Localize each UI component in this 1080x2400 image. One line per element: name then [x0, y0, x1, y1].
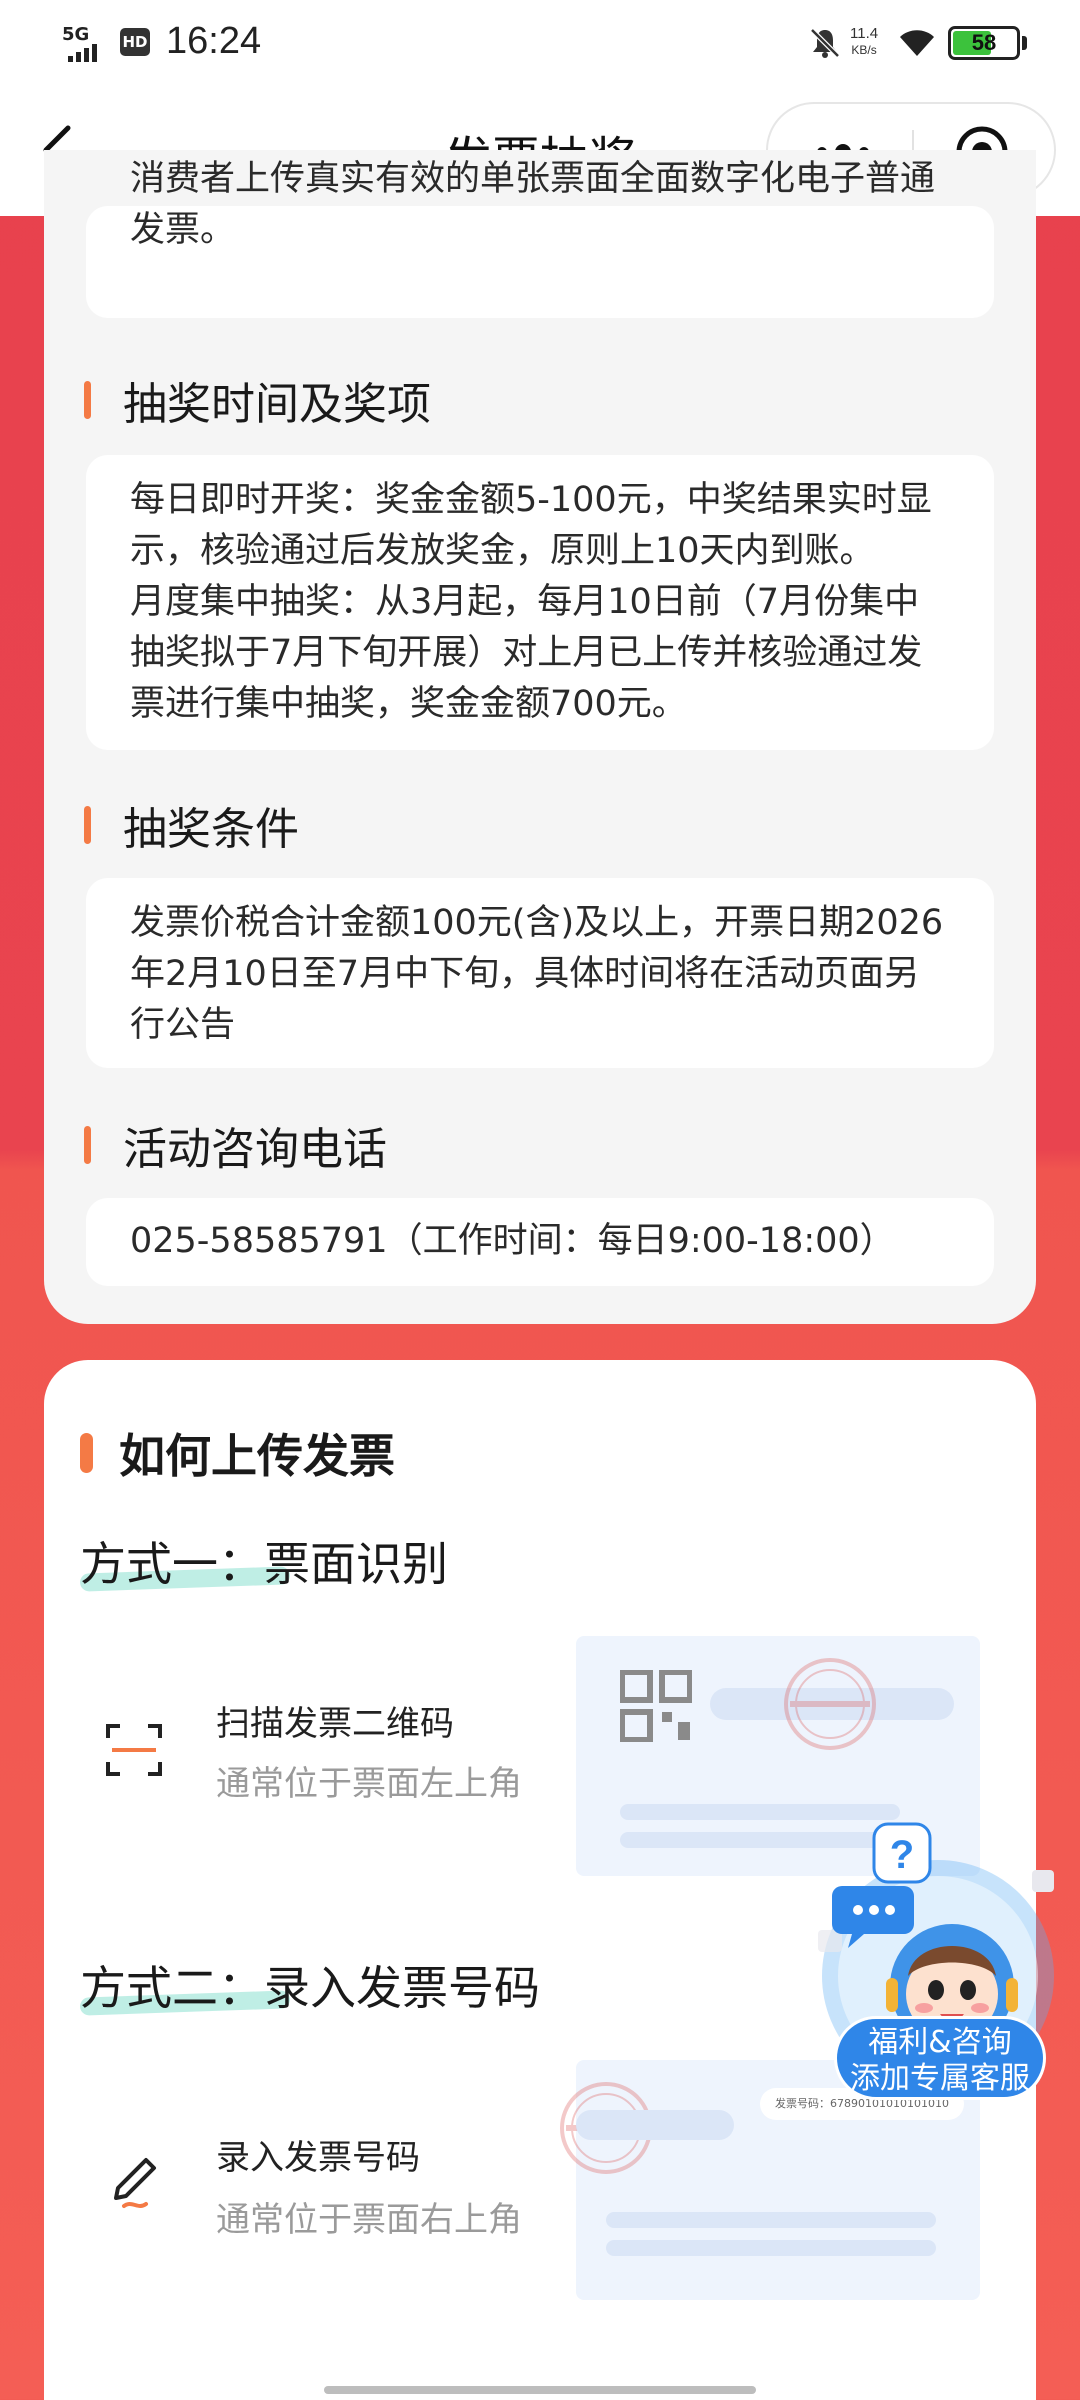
net-speed-unit: KB/s: [851, 43, 877, 57]
section-title: 抽奖条件: [123, 804, 299, 855]
method1-title: 方式一：票面识别: [79, 1528, 448, 1594]
section-title: 抽奖时间及奖项: [123, 379, 431, 430]
battery-icon: 58: [948, 26, 1020, 60]
placeholder-line: [576, 2110, 734, 2140]
battery-level: 58: [971, 30, 997, 55]
net-speed-value: 11.4: [850, 25, 879, 42]
rules-panel: 消费者上传真实有效的单张票面全面数字化电子普通发票。 抽奖时间及奖项 每日即时开…: [44, 150, 1036, 1324]
pen-icon[interactable]: [104, 2152, 164, 2212]
battery-tip: [1022, 36, 1027, 50]
network-type: 5G: [62, 24, 90, 45]
placeholder-line: [606, 2240, 936, 2256]
prize-monthly: 月度集中抽奖：从3月起，每月10日前（7月份集中抽奖拟于7月下旬开展）对上月已上…: [130, 582, 923, 724]
section-bar: [84, 1126, 91, 1164]
section-head-phone: 活动咨询电话: [84, 1120, 387, 1175]
status-bar: 5G HD 16:24 11.4 KB/s 58: [0, 0, 1080, 90]
section-title: 活动咨询电话: [123, 1124, 387, 1175]
upload-title: 如何上传发票: [119, 1429, 395, 1483]
method2-title: 方式二：录入发票号码: [79, 1952, 540, 2018]
phone-text[interactable]: 025-58585791（工作时间：每日9:00-18:00）: [130, 1216, 950, 1267]
prize-card: 每日即时开奖：奖金金额5-100元，中奖结果实时显示，核验通过后发放奖金，原则上…: [86, 455, 994, 750]
condition-text: 发票价税合计金额100元(含)及以上，开票日期2026年2月10日至7月中下旬，…: [130, 903, 944, 1045]
section-bar: [80, 1433, 93, 1473]
signal-icon: [68, 44, 97, 62]
method1-title-text: 方式一：票面识别: [80, 1537, 448, 1591]
svg-text:?: ?: [890, 1833, 914, 1877]
scan-icon[interactable]: [104, 1720, 164, 1780]
section-bar: [84, 381, 91, 419]
net-speed: 11.4 KB/s: [850, 26, 878, 58]
wifi-icon: [900, 30, 934, 56]
service-line2[interactable]: 添加专属客服: [837, 2061, 1043, 2097]
method1-label[interactable]: 扫描发票二维码: [216, 1696, 454, 1745]
placeholder-line: [606, 2212, 936, 2228]
method1-sub: 通常位于票面左上角: [216, 1764, 522, 1804]
intro-text: 消费者上传真实有效的单张票面全面数字化电子普通发票。: [130, 159, 936, 250]
method2-title-text: 方式二：录入发票号码: [80, 1961, 540, 2015]
seal-icon: [784, 1658, 876, 1750]
mute-icon: [810, 28, 840, 58]
clock: 16:24: [166, 20, 262, 62]
method2-sub: 通常位于票面右上角: [216, 2200, 522, 2240]
home-indicator[interactable]: [324, 2386, 756, 2394]
service-line1[interactable]: 福利&咨询: [837, 2025, 1043, 2061]
condition-card: 发票价税合计金额100元(含)及以上，开票日期2026年2月10日至7月中下旬，…: [86, 878, 994, 1068]
phone-card[interactable]: 025-58585791（工作时间：每日9:00-18:00）: [86, 1198, 994, 1286]
method2-label[interactable]: 录入发票号码: [216, 2130, 420, 2179]
section-head-prize: 抽奖时间及奖项: [84, 375, 431, 430]
section-bar: [84, 806, 91, 844]
qr-code-icon: [620, 1670, 692, 1742]
upload-head: 如何上传发票: [80, 1420, 395, 1486]
intro-card: 消费者上传真实有效的单张票面全面数字化电子普通发票。: [86, 159, 994, 318]
customer-service-label[interactable]: 福利&咨询 添加专属客服: [834, 2016, 1046, 2100]
prize-daily: 每日即时开奖：奖金金额5-100元，中奖结果实时显示，核验通过后发放奖金，原则上…: [130, 480, 932, 571]
hd-badge: HD: [120, 28, 150, 56]
section-head-condition: 抽奖条件: [84, 800, 299, 855]
